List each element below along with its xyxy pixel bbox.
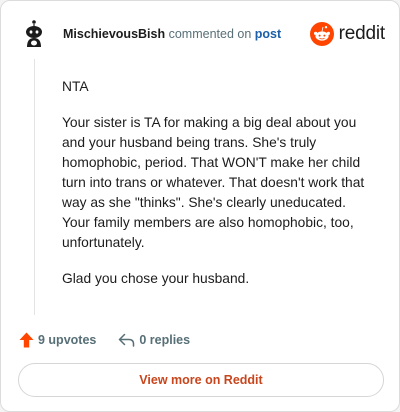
comment-meta: MischievousBish commented on post bbox=[63, 27, 281, 41]
upvote-action[interactable]: 9 upvotes bbox=[19, 332, 96, 348]
post-link[interactable]: post bbox=[255, 27, 281, 41]
reply-arrow-icon bbox=[119, 333, 135, 347]
comment-paragraph: Your sister is TA for making a big deal … bbox=[62, 115, 365, 250]
commented-on-text: commented on bbox=[168, 27, 252, 41]
comment-paragraph: NTA bbox=[62, 79, 89, 94]
reddit-logo-icon bbox=[309, 22, 334, 46]
username-link[interactable]: MischievousBish bbox=[63, 27, 165, 41]
reddit-brand[interactable]: reddit bbox=[309, 21, 386, 47]
comment-header: MischievousBish commented on post reddit bbox=[19, 17, 385, 51]
comment-body: NTA Your sister is TA for making a big d… bbox=[62, 77, 372, 305]
reply-action[interactable]: 0 replies bbox=[118, 333, 190, 347]
comment-paragraph: Glad you chose your husband. bbox=[62, 271, 250, 286]
thread-line bbox=[34, 59, 35, 315]
user-avatar[interactable] bbox=[19, 19, 49, 49]
view-more-button[interactable]: View more on Reddit bbox=[18, 363, 384, 397]
comment-footer: 9 upvotes 0 replies bbox=[19, 330, 190, 350]
reddit-wordmark: reddit bbox=[338, 23, 386, 44]
comment-embed-card: MischievousBish commented on post reddit… bbox=[0, 0, 400, 412]
reply-count: 0 replies bbox=[139, 333, 191, 347]
snoo-avatar-icon bbox=[26, 20, 42, 47]
upvote-arrow-icon bbox=[19, 332, 34, 348]
upvote-count: 9 upvotes bbox=[38, 333, 97, 347]
